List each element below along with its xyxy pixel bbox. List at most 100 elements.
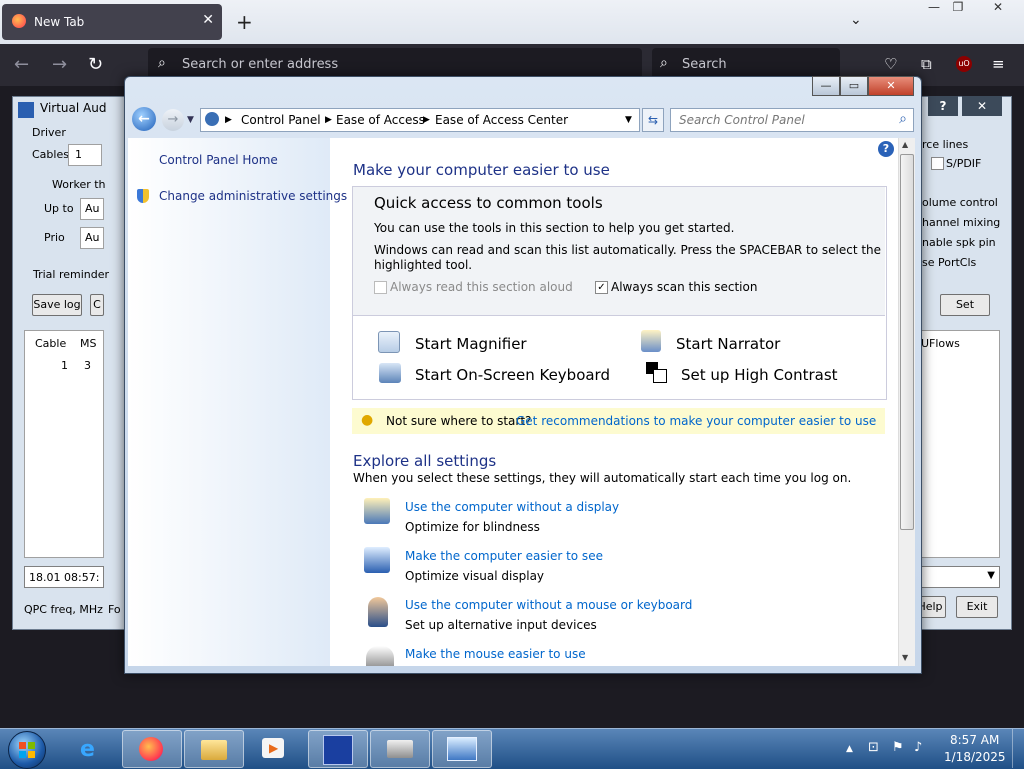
qa-line-3: highlighted tool. [374,258,473,272]
vac-right-dropdown[interactable]: ▼ [918,566,1000,588]
qpc-label: QPC freq, MHz [24,603,103,616]
prio-field[interactable]: Au [80,227,104,249]
easier-to-see-link[interactable]: Make the computer easier to see [405,549,603,563]
tab-close-icon[interactable]: ✕ [202,12,214,28]
scroll-up-icon[interactable]: ▲ [902,140,908,149]
without-mouse-keyboard-link[interactable]: Use the computer without a mouse or keyb… [405,598,692,612]
taskbar-internet-explorer[interactable]: e [62,730,120,766]
always-read-checkbox[interactable] [374,281,387,294]
narrator-icon [641,330,661,352]
taskbar-control-panel[interactable] [432,730,492,768]
folder-icon [201,740,227,760]
get-recommendations-link[interactable]: Get recommendations to make your compute… [516,414,876,428]
list-all-tabs-icon[interactable]: ⌄ [850,12,862,28]
taskbar-virtual-audio[interactable] [308,730,368,768]
breadcrumb-separator-icon: ▶ [325,115,332,125]
mouse-easier-link[interactable]: Make the mouse easier to use [405,647,586,661]
search-placeholder: Search [682,57,727,72]
taskbar-file-explorer[interactable] [184,730,244,768]
channel-mixing-label: hannel mixing [922,216,1001,229]
taskbar-firefox[interactable] [122,730,182,768]
vac-help-icon[interactable]: ? [928,96,958,116]
save-log-button[interactable]: Save log [32,294,82,316]
set-button[interactable]: Set [940,294,990,316]
start-button[interactable] [8,731,46,769]
change-admin-settings-link[interactable]: Change administrative settings [159,189,347,203]
vac-flows-list[interactable]: UFlows [918,330,1000,558]
windows-logo-icon-yellow [28,751,35,758]
reload-icon[interactable]: ↻ [88,54,103,75]
clock-date[interactable]: 1/18/2025 [944,750,1006,764]
firefox-icon [139,737,163,761]
high-contrast-icon-white [653,369,667,383]
firefox-icon [12,14,26,28]
always-read-label: Always read this section aloud [390,280,573,294]
taskbar-printer[interactable] [370,730,430,768]
show-hidden-icons[interactable]: ▲ [846,744,853,754]
scrollbar-thumb[interactable] [900,154,914,530]
control-panel-home-link[interactable]: Control Panel Home [159,153,278,167]
forward-arrow-icon[interactable]: → [162,109,184,131]
address-bar[interactable]: ▶ Control Panel ▶ Ease of Access ▶ Ease … [200,108,640,132]
extensions-icon[interactable]: ⧉ [921,55,932,73]
always-scan-label: Always scan this section [611,280,758,294]
refresh-icon[interactable]: ⇆ [642,108,664,132]
printer-icon [387,740,413,758]
optimize-visual-text: Optimize visual display [405,569,545,583]
back-arrow-icon[interactable]: ← [14,54,29,75]
row-ms: 3 [84,359,91,372]
menu-icon[interactable]: ≡ [992,55,1005,73]
forward-arrow-icon[interactable]: → [52,54,67,75]
use-without-display-link[interactable]: Use the computer without a display [405,500,619,514]
action-center-flag-icon[interactable]: ⚑ [892,740,904,755]
cables-field[interactable]: 1 [68,144,102,166]
back-arrow-icon[interactable]: ← [132,107,156,131]
column-cable: Cable [35,337,67,350]
network-icon[interactable]: ⊡ [868,740,879,755]
breadcrumb-ease-of-access-center[interactable]: Ease of Access Center [435,113,568,127]
vac-hidden-button[interactable]: C [90,294,104,316]
new-tab-button[interactable]: + [236,10,253,34]
exit-button[interactable]: Exit [956,596,998,618]
spdif-label: S/PDIF [946,157,982,170]
start-magnifier-link[interactable]: Start Magnifier [415,335,527,353]
taskbar-media-player[interactable]: ▶ [244,730,302,766]
source-lines-label: rce lines [922,138,969,151]
recent-pages-chevron-icon[interactable]: ▼ [187,115,194,125]
window-maximize-button[interactable]: ❐ [942,0,974,18]
clock-time[interactable]: 8:57 AM [950,733,999,747]
show-desktop-button[interactable] [1012,729,1024,768]
upto-field[interactable]: Au [80,198,104,220]
windows-logo-icon-blue [19,751,26,758]
vac-cable-list[interactable]: Cable MS 1 3 [24,330,104,558]
search-control-panel-input[interactable]: Search Control Panel ⌕ [670,108,914,132]
lightbulb-icon: ● [361,412,374,428]
keyboard-icon [379,363,401,383]
spdif-checkbox[interactable] [931,157,944,170]
tab-new-tab[interactable]: New Tab ✕ [2,4,222,40]
set-up-high-contrast-link[interactable]: Set up High Contrast [681,366,838,384]
help-icon[interactable]: ? [878,141,894,157]
person-icon [368,597,388,627]
breadcrumb-ease-of-access[interactable]: Ease of Access [336,113,425,127]
cp-minimize-button[interactable]: — [812,76,840,96]
ublock-icon[interactable]: uO [956,56,972,72]
address-dropdown-icon[interactable]: ▼ [625,115,632,125]
cp-maximize-button[interactable]: ▭ [840,76,868,96]
fo-label: Fo [108,603,121,616]
breadcrumb-control-panel[interactable]: Control Panel [241,113,321,127]
search-icon[interactable]: ⌕ [899,111,907,127]
vac-close-icon[interactable]: ✕ [962,96,1002,116]
scroll-down-icon[interactable]: ▼ [902,653,908,662]
pocket-icon[interactable]: ♡ [884,55,897,73]
cp-close-button[interactable]: ✕ [868,76,914,96]
start-on-screen-keyboard-link[interactable]: Start On-Screen Keyboard [415,366,610,384]
always-scan-checkbox[interactable]: ✓ [595,281,608,294]
play-icon: ▶ [269,741,279,755]
vac-title: Virtual Aud [40,101,107,115]
start-narrator-link[interactable]: Start Narrator [676,335,780,353]
window-close-button[interactable]: ✕ [982,0,1014,18]
volume-icon[interactable]: ♪ [914,740,922,755]
tip-question: Not sure where to start? [386,414,532,428]
tab-title: New Tab [34,15,85,29]
